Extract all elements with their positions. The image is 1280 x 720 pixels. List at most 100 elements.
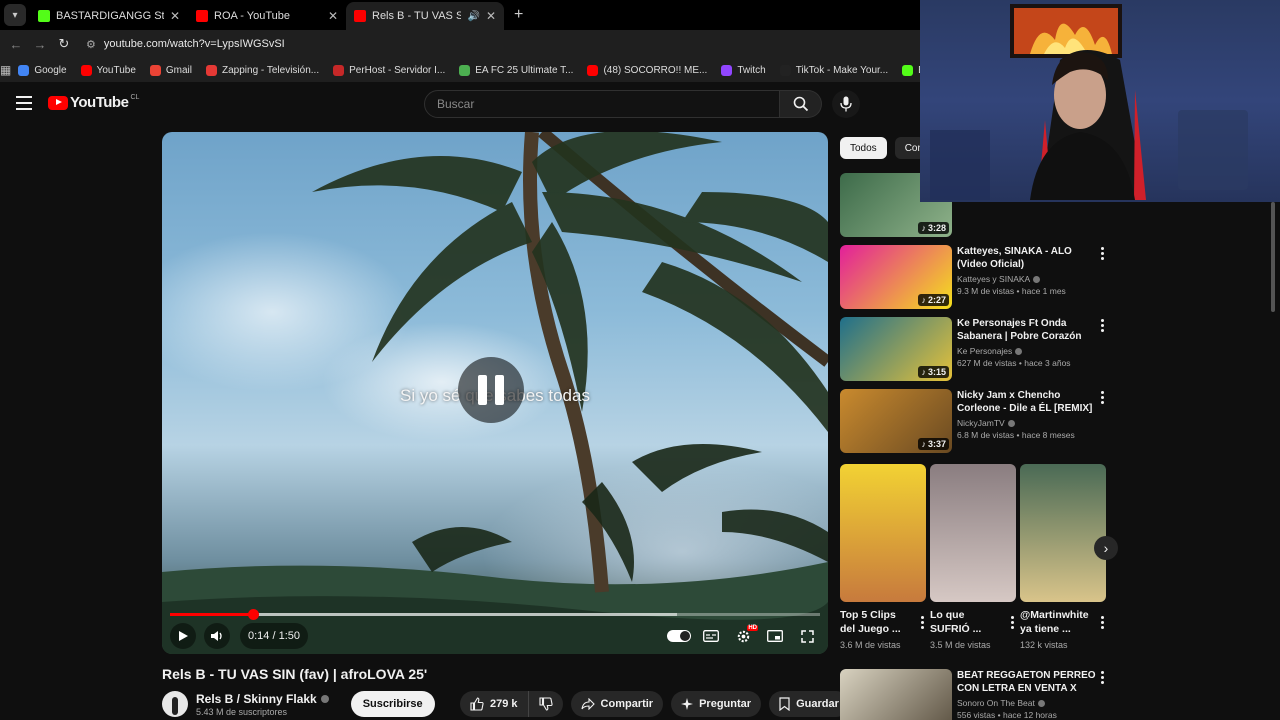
bookmark-item[interactable]: Google [18,64,67,76]
channel-avatar[interactable] [162,691,188,717]
settings-button[interactable]: HD [730,623,758,649]
more-options-icon[interactable] [1011,616,1014,629]
video-title[interactable]: Ke Personajes Ft Onda Sabanera | Pobre C… [957,317,1097,343]
more-options-icon[interactable] [1098,391,1106,404]
video-player[interactable]: Si yo sé que sabes todas 0:14 / 1:50 [162,132,828,654]
more-options-icon[interactable] [1098,671,1106,684]
shorts-next-button[interactable]: › [1094,536,1118,560]
channel-line: Katteyes y SINAKA [957,274,1097,284]
volume-button[interactable] [204,623,230,649]
search-button[interactable] [780,90,822,118]
channel-name[interactable]: Ke Personajes [957,346,1012,356]
short-item[interactable]: Lo que SUFRIÓ ... 3.5 M de vistas [930,464,1016,650]
search-input[interactable]: Buscar [424,90,780,118]
video-title[interactable]: Katteyes, SINAKA - ALO (Video Oficial) [957,245,1097,271]
volume-icon [211,631,222,641]
tab-search-button[interactable]: ▾ [4,4,26,26]
video-title[interactable]: Nicky Jam x Chencho Corleone - Dile a ÉL… [957,389,1097,415]
channel-name[interactable]: NickyJamTV [957,418,1005,428]
scrollbar[interactable] [1270,202,1276,317]
url-field[interactable]: ⚙ youtube.com/watch?v=LypsIWGSvSI [86,38,285,51]
short-title[interactable]: @Martinwhite ya tiene ... [1020,608,1092,636]
save-button[interactable]: Guardar [769,691,849,717]
recommended-video[interactable]: BEAT REGGAETON PERREO CON LETRA EN VENTA… [840,669,1120,720]
bookmark-item[interactable]: Gmail [149,64,192,76]
tab-kick-stream[interactable]: BASTARDIGANGG Stream - Wat ✕ [30,2,188,30]
short-title[interactable]: Lo que SUFRIÓ ... [930,608,1002,636]
channel-name[interactable]: Rels B / Skinny Flakk [196,692,329,706]
new-tab-button[interactable]: + [514,6,523,24]
fullscreen-button[interactable] [794,623,820,649]
bookmark-favicon-icon [80,64,92,76]
channel-line: Ke Personajes [957,346,1097,356]
bookmark-label: YouTube [96,64,136,76]
video-thumbnail[interactable] [840,669,952,720]
video-info: Katteyes, SINAKA - ALO (Video Oficial) Ka… [957,245,1097,296]
bookmark-item[interactable]: PerHost - Servidor I... [333,64,446,76]
short-thumbnail[interactable] [930,464,1016,602]
more-options-icon[interactable] [1101,616,1104,629]
channel-line: Sonoro On The Beat [957,698,1097,708]
short-thumbnail[interactable] [1020,464,1106,602]
share-button[interactable]: Compartir [570,691,664,717]
youtube-logo[interactable]: YouTube CL [48,94,139,111]
close-icon[interactable]: ✕ [328,9,338,23]
verified-icon [1033,275,1041,283]
short-title[interactable]: Top 5 Clips del Juego ... [840,608,912,636]
bookmark-favicon-icon [459,64,471,76]
bookmark-item[interactable]: (48) SOCORRO!! ME... [587,64,707,76]
bookmark-item[interactable]: Zapping - Televisión... [206,64,319,76]
bookmark-item[interactable]: YouTube [80,64,136,76]
forward-icon[interactable]: → [28,37,52,52]
recommended-video[interactable]: ♪ 3:15 Ke Personajes Ft Onda Sabanera | Po… [840,317,1120,383]
subtitles-button[interactable] [698,623,724,649]
short-item[interactable]: Top 5 Clips del Juego ... 3.6 M de vistas [840,464,926,650]
miniplayer-button[interactable] [762,623,788,649]
video-thumbnail[interactable]: ♪ 3:37 [840,389,952,453]
short-thumbnail[interactable] [840,464,926,602]
duration-text: 3:37 [927,439,946,449]
bookmark-item[interactable]: Twitch [721,64,766,76]
ask-button[interactable]: Preguntar [671,691,762,717]
speaker-icon[interactable]: 🔊 [467,11,479,22]
subscribe-label: Suscribirse [362,698,423,710]
dislike-button[interactable] [528,691,563,717]
bookmark-item[interactable]: EA FC 25 Ultimate T... [459,64,573,76]
play-button[interactable] [170,623,196,649]
recommended-video[interactable]: ♪ 3:37 Nicky Jam x Chencho Corleone - Dile… [840,389,1120,455]
chip-all[interactable]: Todos [840,137,887,159]
sparkle-icon [681,698,694,710]
reload-icon[interactable]: ↻ [52,36,76,52]
short-item[interactable]: @Martinwhite ya tiene ... 132 k vistas [1020,464,1106,650]
bookmark-item[interactable]: TikTok - Make Your... [779,64,888,76]
tab-roa-youtube[interactable]: ROA - YouTube ✕ [188,2,346,30]
more-options-icon[interactable] [1098,319,1106,332]
site-info-icon[interactable]: ⚙ [86,38,96,51]
recommended-video[interactable]: ♪ 2:27 Katteyes, SINAKA - ALO (Video Ofici… [840,245,1120,311]
video-thumbnail[interactable]: ♪ 3:15 [840,317,952,381]
voice-search-button[interactable] [832,90,860,118]
menu-icon[interactable] [16,96,32,114]
channel-name[interactable]: Katteyes y SINAKA [957,274,1030,284]
subscribe-button[interactable]: Suscribirse [350,691,435,717]
apps-grid-icon[interactable]: ▦ [0,63,11,77]
more-options-icon[interactable] [921,616,924,629]
close-icon[interactable]: ✕ [170,9,180,23]
verified-icon [1037,699,1045,707]
like-button[interactable]: 279 k [460,691,529,717]
autoplay-toggle[interactable] [666,623,692,649]
back-icon[interactable]: ← [4,37,28,52]
tab-rels-b-video[interactable]: Rels B - TU VAS SIN (fav) | a 🔊 ✕ [346,2,504,30]
bookmark-item[interactable]: BASTARDIGANGG |... [902,64,920,76]
progress-bar[interactable] [170,609,820,620]
scrollbar-thumb[interactable] [1271,202,1275,312]
pause-overlay-button[interactable] [458,357,524,423]
video-title[interactable]: BEAT REGGAETON PERREO CON LETRA EN VENTA… [957,669,1097,695]
channel-name[interactable]: Sonoro On The Beat [957,698,1035,708]
bookmark-favicon-icon [721,64,733,76]
short-views: 3.5 M de vistas [930,640,991,650]
video-thumbnail[interactable]: ♪ 2:27 [840,245,952,309]
more-options-icon[interactable] [1098,247,1106,260]
close-icon[interactable]: ✕ [486,9,496,23]
bookmark-label: PerHost - Servidor I... [349,64,446,76]
